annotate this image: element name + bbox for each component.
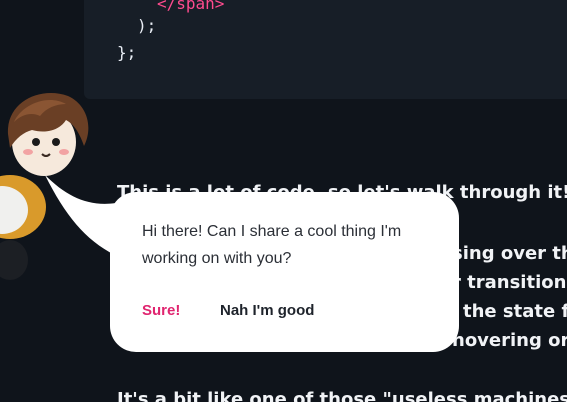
code-line-1: </span>: [157, 0, 225, 13]
article-text-fragment: hovering or n: [452, 330, 567, 351]
page: </span> ); }; This is a lot of code, so …: [0, 0, 567, 402]
code-line-2: );: [137, 16, 157, 35]
code-line-3: };: [117, 43, 137, 62]
speech-bubble: Hi there! Can I share a cool thing I'm w…: [110, 192, 459, 352]
decline-button[interactable]: Nah I'm good: [220, 302, 314, 319]
article-text-fragment: r transition. I: [452, 272, 567, 293]
article-paragraph-bottom: It's a bit like one of those "useless ma…: [117, 389, 567, 402]
article-text-fragment: sing over thi: [452, 243, 567, 264]
code-block: </span> ); };: [84, 0, 567, 99]
article-text-fragment: the state flip: [463, 301, 567, 322]
bubble-message: Hi there! Can I share a cool thing I'm w…: [142, 223, 402, 267]
accept-button[interactable]: Sure!: [142, 302, 180, 319]
